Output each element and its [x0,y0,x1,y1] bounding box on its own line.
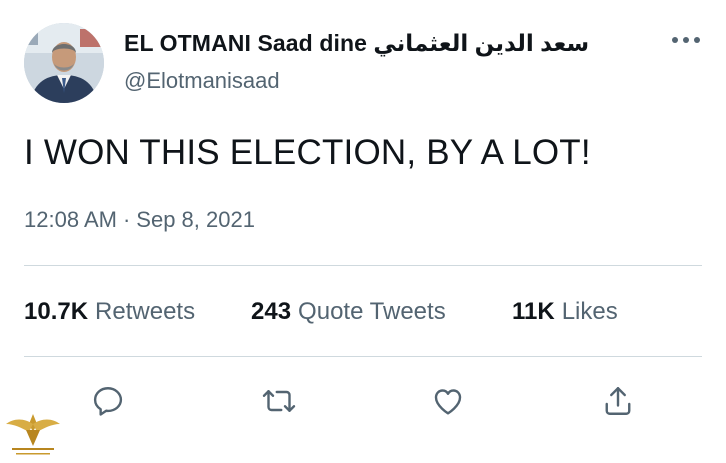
likes-stat[interactable]: 11K Likes [512,298,618,326]
retweet-icon [262,390,296,412]
quote-tweets-label: Quote Tweets [298,298,446,325]
more-dots-icon [672,37,700,43]
tweet-card: سعد الدين العثماني EL OTMANI Saad dine @… [0,0,726,459]
likes-label: Likes [561,298,618,325]
tweet-time[interactable]: 12:08 AM [24,207,117,232]
quote-tweets-count: 243 [251,298,292,325]
retweet-button[interactable] [257,379,301,423]
share-button[interactable] [596,379,640,423]
retweets-stat[interactable]: 10.7K Retweets [24,298,251,326]
quote-tweets-stat[interactable]: 243 Quote Tweets [251,298,512,326]
more-options-button[interactable] [664,28,708,52]
like-button[interactable] [426,379,470,423]
share-icon [605,387,631,415]
likes-count: 11K [512,298,555,325]
divider [24,265,702,266]
watermark-logo [4,406,62,458]
eagle-emblem-icon [6,414,60,455]
retweets-label: Retweets [95,298,196,325]
action-bar [0,379,726,423]
profile-photo-icon [24,23,104,103]
reply-button[interactable] [86,379,130,423]
like-icon [434,389,462,415]
display-name[interactable]: سعد الدين العثماني EL OTMANI Saad dine [124,30,589,57]
reply-icon [93,387,123,416]
engagement-stats: 10.7K Retweets 243 Quote Tweets 11K Like… [24,298,618,326]
divider [24,356,702,357]
tweet-timestamp[interactable]: 12:08 AM · Sep 8, 2021 [24,207,255,233]
avatar[interactable] [24,23,104,103]
tweet-text: I WON THIS ELECTION, BY A LOT! [24,133,591,172]
meta-separator: · [122,207,131,232]
user-handle[interactable]: @Elotmanisaad [124,68,280,94]
tweet-date[interactable]: Sep 8, 2021 [136,207,255,232]
retweets-count: 10.7K [24,298,89,325]
